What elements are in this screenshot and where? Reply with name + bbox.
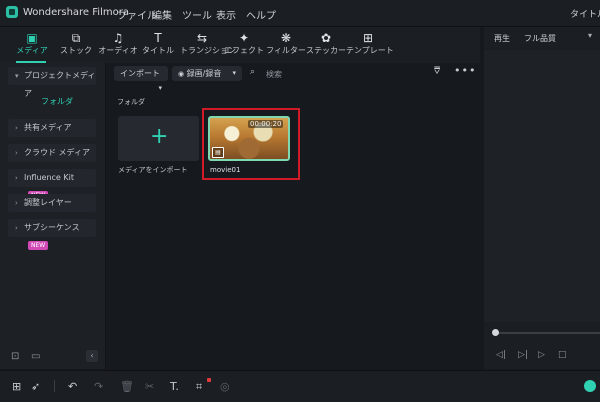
- tab-label: テンプレート: [346, 46, 394, 55]
- tab-audio[interactable]: ♫ オーディオ: [96, 31, 140, 61]
- stop-icon[interactable]: □: [558, 350, 567, 360]
- chevron-down-icon: ▾: [158, 84, 162, 92]
- preview-progress-track[interactable]: [495, 332, 600, 334]
- plus-icon: +: [150, 124, 169, 149]
- chevron-right-icon: ›: [15, 174, 18, 182]
- preview-play-tab[interactable]: 再生: [494, 33, 510, 44]
- color-palette-icon[interactable]: ◎: [220, 380, 230, 393]
- sidebar-item-label: サブシーケンス: [24, 223, 80, 232]
- tab-label: ストック: [60, 46, 92, 55]
- filter-icon: ❋: [280, 31, 292, 45]
- tab-label: タイトル: [142, 46, 174, 55]
- sidebar-item-label: 共有メディア: [24, 123, 72, 132]
- import-media-label: メディアをインポート: [118, 166, 188, 174]
- undo-icon[interactable]: ↶: [68, 380, 77, 393]
- menu-view[interactable]: 表示: [216, 7, 236, 22]
- filter-sort-icon[interactable]: ⩢: [434, 66, 440, 77]
- sticker-icon: ✿: [320, 31, 332, 45]
- scissors-icon[interactable]: ✂: [145, 380, 154, 393]
- record-icon: ◉: [178, 70, 185, 78]
- sidebar-item-shared-media[interactable]: › 共有メディア: [8, 119, 96, 137]
- chevron-down-icon: ▾: [15, 72, 19, 80]
- new-folder-icon[interactable]: ⊡: [11, 351, 19, 362]
- import-dropdown[interactable]: インポート ▾: [114, 66, 168, 92]
- layout-grid-icon[interactable]: ⊞: [12, 380, 21, 393]
- audio-note-icon: ♫: [112, 31, 124, 45]
- chevron-down-icon[interactable]: ▾: [588, 31, 592, 40]
- redo-icon[interactable]: ↷: [94, 380, 103, 393]
- template-icon: ⊞: [362, 31, 374, 45]
- play-icon[interactable]: ▷: [538, 350, 545, 360]
- tab-transition[interactable]: ⇆ トランジション: [180, 31, 236, 61]
- tab-effect[interactable]: ✦ エフェクト: [222, 31, 266, 61]
- menu-help[interactable]: ヘルプ: [246, 7, 276, 22]
- clip-name: movie01: [210, 166, 241, 174]
- more-options-icon[interactable]: •••: [454, 64, 476, 77]
- sidebar-item-adjustment-layer[interactable]: › 調整レイヤー: [8, 194, 96, 212]
- menu-edit[interactable]: 編集: [152, 7, 172, 22]
- menu-tools[interactable]: ツール: [182, 7, 212, 22]
- tab-label: メディア: [16, 46, 48, 55]
- sidebar-item-label: クラウド メディア: [24, 148, 90, 157]
- notification-dot: [207, 378, 211, 382]
- sidebar-item-project-media[interactable]: ▾ プロジェクトメディア: [8, 67, 96, 98]
- chevron-right-icon: ›: [15, 124, 18, 132]
- preview-screen: [484, 50, 600, 322]
- toolbar-divider: [54, 380, 55, 392]
- playhead-knob[interactable]: [492, 329, 499, 336]
- sidebar-item-influence-kit[interactable]: › Influence KitNEW: [8, 169, 96, 200]
- record-label: 録画/録音: [186, 69, 222, 78]
- sidebar-folder[interactable]: フォルダ: [41, 96, 73, 107]
- stock-icon: ⧉: [71, 31, 81, 45]
- chevron-right-icon: ›: [15, 199, 18, 207]
- transition-icon: ⇆: [196, 31, 208, 45]
- tab-filter[interactable]: ❋ フィルター: [264, 31, 308, 61]
- chevron-down-icon: ▾: [232, 69, 236, 77]
- media-sidebar: [0, 63, 106, 369]
- tab-sticker[interactable]: ✿ ステッカー: [304, 31, 348, 61]
- search-input[interactable]: 検索: [266, 69, 282, 80]
- avatar[interactable]: [584, 380, 596, 392]
- app-title: Wondershare Filmora: [23, 7, 129, 18]
- tab-label: トランジション: [180, 46, 236, 55]
- chevron-right-icon: ›: [15, 149, 18, 157]
- chevron-right-icon: ›: [15, 224, 18, 232]
- menu-file[interactable]: ファイル: [117, 7, 157, 22]
- timeline-toolbar: [0, 370, 600, 402]
- record-dropdown[interactable]: ◉ 録画/録音 ▾: [172, 66, 242, 81]
- media-folder-icon: ▣: [26, 31, 38, 45]
- sidebar-item-label: Influence Kit: [24, 173, 74, 182]
- import-label: インポート: [120, 69, 160, 78]
- search-icon: ⌕: [250, 67, 256, 77]
- crop-icon[interactable]: ⌗: [196, 380, 202, 394]
- tab-label: エフェクト: [224, 46, 264, 55]
- tab-title[interactable]: T タイトル: [136, 31, 180, 61]
- folder-icon[interactable]: ▭: [31, 351, 40, 362]
- folder-label: フォルダ: [117, 98, 145, 106]
- preview-quality[interactable]: フル品質: [524, 33, 556, 44]
- prev-frame-icon[interactable]: ◁|: [496, 350, 506, 360]
- filmora-logo: [6, 6, 18, 18]
- sidebar-item-subsequence[interactable]: › サブシーケンス NEW: [8, 219, 96, 250]
- project-title[interactable]: タイトルな: [570, 7, 600, 20]
- sidebar-item-cloud-media[interactable]: › クラウド メディア: [8, 144, 96, 162]
- collapse-sidebar-button[interactable]: ‹: [86, 350, 98, 362]
- text-tool-icon[interactable]: T.: [170, 380, 179, 393]
- clip-duration: 00:00:20: [248, 120, 284, 128]
- tab-label: ステッカー: [306, 46, 346, 55]
- tab-label: オーディオ: [98, 46, 138, 55]
- sidebar-item-label: 調整レイヤー: [24, 198, 72, 207]
- step-back-icon[interactable]: ▷|: [518, 350, 528, 360]
- title-t-icon: T: [154, 31, 162, 45]
- video-film-icon: ▤: [212, 147, 224, 158]
- effect-sparkle-icon: ✦: [238, 31, 250, 45]
- select-arrow-icon[interactable]: ➶: [31, 380, 40, 393]
- delete-icon[interactable]: 🗑: [120, 380, 134, 393]
- new-badge: NEW: [28, 241, 49, 250]
- tab-template[interactable]: ⊞ テンプレート: [346, 31, 394, 61]
- tab-media[interactable]: ▣ メディア: [10, 31, 54, 61]
- tab-label: フィルター: [266, 46, 306, 55]
- tab-stock[interactable]: ⧉ ストック: [54, 31, 98, 61]
